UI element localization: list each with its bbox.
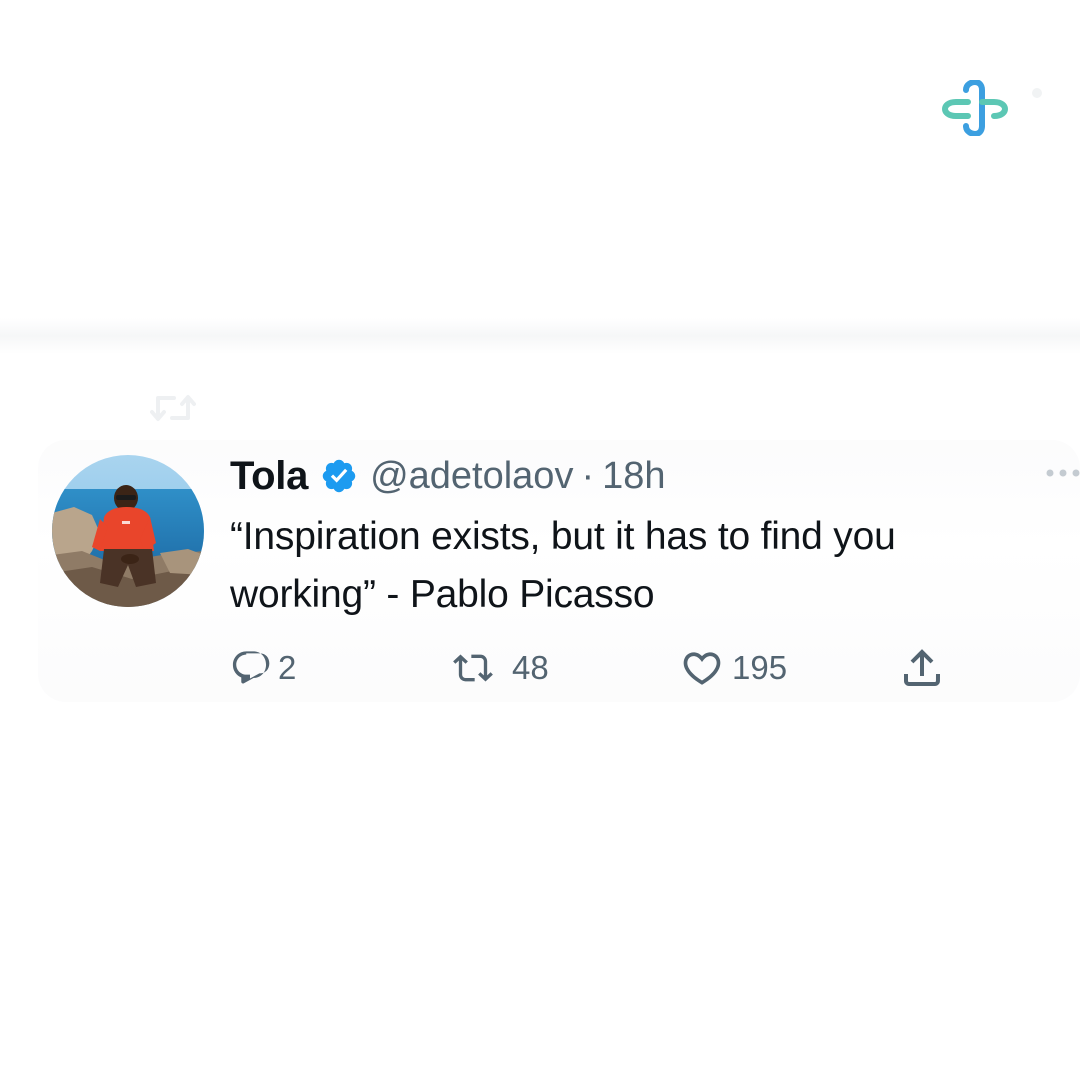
decorative-dot <box>1032 88 1042 98</box>
more-options-icon[interactable] <box>1044 466 1080 480</box>
header-separator: · <box>581 454 595 497</box>
tweet-header: Tola @adetolaov · 18h <box>230 452 666 500</box>
divider-band <box>0 318 1080 354</box>
like-button[interactable]: 195 <box>680 640 787 696</box>
share-button[interactable] <box>898 640 946 696</box>
reply-count: 2 <box>278 649 297 686</box>
tweet-timestamp[interactable]: 18h <box>602 455 665 498</box>
heart-icon <box>683 652 721 685</box>
retweet-context <box>150 388 212 428</box>
tweet-text: “Inspiration exists, but it has to find … <box>230 515 896 616</box>
retweet-icon <box>453 654 493 682</box>
retweet-button[interactable]: 48 <box>452 640 549 696</box>
reply-icon <box>232 651 270 684</box>
retweet-count: 48 <box>512 649 549 686</box>
share-icon <box>904 649 940 686</box>
author-handle[interactable]: @adetolaov <box>370 455 573 498</box>
author-name[interactable]: Tola <box>230 454 308 499</box>
avatar[interactable] <box>52 455 204 607</box>
verified-badge-icon <box>322 459 356 493</box>
retweet-context-icon <box>150 395 196 421</box>
like-count: 195 <box>732 649 788 686</box>
brand-logo-icon <box>941 78 1009 138</box>
reply-button[interactable]: 2 <box>230 640 296 696</box>
